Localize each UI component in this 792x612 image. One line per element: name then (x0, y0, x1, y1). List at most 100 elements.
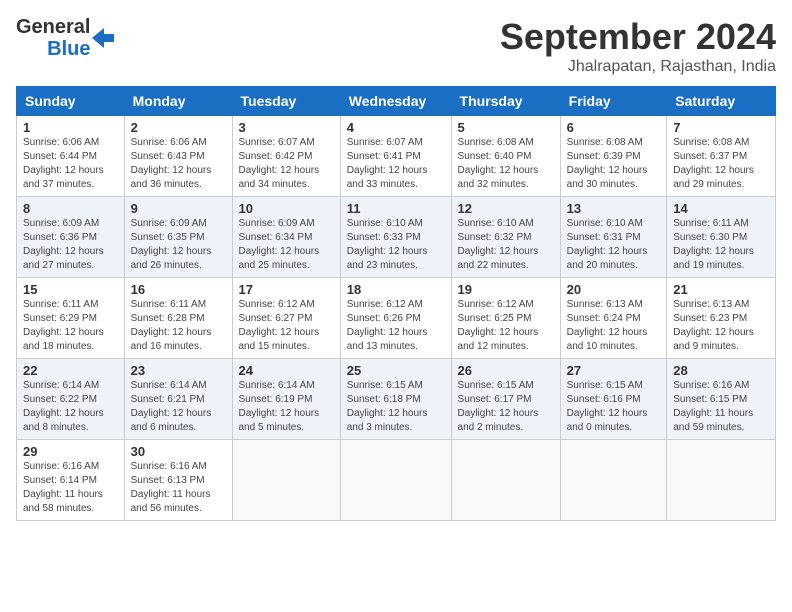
day-number: 2 (131, 120, 226, 135)
location-subtitle: Jhalrapatan, Rajasthan, India (500, 58, 776, 76)
calendar-cell (560, 440, 667, 521)
calendar-week-row: 22Sunrise: 6:14 AM Sunset: 6:22 PM Dayli… (17, 359, 776, 440)
calendar-cell: 5Sunrise: 6:08 AM Sunset: 6:40 PM Daylig… (451, 116, 560, 197)
day-number: 22 (23, 363, 118, 378)
calendar-cell: 22Sunrise: 6:14 AM Sunset: 6:22 PM Dayli… (17, 359, 125, 440)
day-info: Sunrise: 6:10 AM Sunset: 6:33 PM Dayligh… (347, 217, 445, 273)
calendar-cell: 30Sunrise: 6:16 AM Sunset: 6:13 PM Dayli… (124, 440, 232, 521)
day-info: Sunrise: 6:14 AM Sunset: 6:22 PM Dayligh… (23, 379, 118, 435)
day-number: 10 (239, 201, 334, 216)
calendar-cell (451, 440, 560, 521)
day-info: Sunrise: 6:14 AM Sunset: 6:21 PM Dayligh… (131, 379, 226, 435)
title-area: September 2024 Jhalrapatan, Rajasthan, I… (500, 16, 776, 76)
logo-line2: Blue (47, 38, 90, 60)
day-number: 26 (458, 363, 554, 378)
calendar-cell (232, 440, 340, 521)
day-number: 12 (458, 201, 554, 216)
day-number: 18 (347, 282, 445, 297)
calendar-cell: 21Sunrise: 6:13 AM Sunset: 6:23 PM Dayli… (667, 278, 776, 359)
calendar-cell: 20Sunrise: 6:13 AM Sunset: 6:24 PM Dayli… (560, 278, 667, 359)
calendar-cell (667, 440, 776, 521)
day-info: Sunrise: 6:08 AM Sunset: 6:39 PM Dayligh… (567, 136, 661, 192)
day-info: Sunrise: 6:12 AM Sunset: 6:27 PM Dayligh… (239, 298, 334, 354)
day-info: Sunrise: 6:08 AM Sunset: 6:40 PM Dayligh… (458, 136, 554, 192)
calendar-cell (340, 440, 451, 521)
col-header-friday: Friday (560, 87, 667, 116)
day-info: Sunrise: 6:15 AM Sunset: 6:16 PM Dayligh… (567, 379, 661, 435)
calendar-cell: 28Sunrise: 6:16 AM Sunset: 6:15 PM Dayli… (667, 359, 776, 440)
calendar-header-row: SundayMondayTuesdayWednesdayThursdayFrid… (17, 87, 776, 116)
calendar-cell: 6Sunrise: 6:08 AM Sunset: 6:39 PM Daylig… (560, 116, 667, 197)
day-info: Sunrise: 6:07 AM Sunset: 6:41 PM Dayligh… (347, 136, 445, 192)
day-number: 17 (239, 282, 334, 297)
calendar-cell: 1Sunrise: 6:06 AM Sunset: 6:44 PM Daylig… (17, 116, 125, 197)
calendar-cell: 2Sunrise: 6:06 AM Sunset: 6:43 PM Daylig… (124, 116, 232, 197)
calendar-cell: 25Sunrise: 6:15 AM Sunset: 6:18 PM Dayli… (340, 359, 451, 440)
day-info: Sunrise: 6:06 AM Sunset: 6:43 PM Dayligh… (131, 136, 226, 192)
col-header-saturday: Saturday (667, 87, 776, 116)
day-number: 27 (567, 363, 661, 378)
calendar-cell: 9Sunrise: 6:09 AM Sunset: 6:35 PM Daylig… (124, 197, 232, 278)
day-number: 6 (567, 120, 661, 135)
day-number: 25 (347, 363, 445, 378)
day-info: Sunrise: 6:10 AM Sunset: 6:32 PM Dayligh… (458, 217, 554, 273)
day-number: 21 (673, 282, 769, 297)
day-number: 19 (458, 282, 554, 297)
calendar-cell: 4Sunrise: 6:07 AM Sunset: 6:41 PM Daylig… (340, 116, 451, 197)
header: General Blue September 2024 Jhalrapatan,… (16, 16, 776, 76)
day-info: Sunrise: 6:12 AM Sunset: 6:26 PM Dayligh… (347, 298, 445, 354)
day-number: 24 (239, 363, 334, 378)
day-info: Sunrise: 6:11 AM Sunset: 6:29 PM Dayligh… (23, 298, 118, 354)
calendar-cell: 24Sunrise: 6:14 AM Sunset: 6:19 PM Dayli… (232, 359, 340, 440)
logo-arrow-icon (92, 28, 114, 48)
calendar-cell: 12Sunrise: 6:10 AM Sunset: 6:32 PM Dayli… (451, 197, 560, 278)
calendar-week-row: 29Sunrise: 6:16 AM Sunset: 6:14 PM Dayli… (17, 440, 776, 521)
day-info: Sunrise: 6:13 AM Sunset: 6:23 PM Dayligh… (673, 298, 769, 354)
calendar-cell: 16Sunrise: 6:11 AM Sunset: 6:28 PM Dayli… (124, 278, 232, 359)
calendar-cell: 19Sunrise: 6:12 AM Sunset: 6:25 PM Dayli… (451, 278, 560, 359)
col-header-thursday: Thursday (451, 87, 560, 116)
col-header-sunday: Sunday (17, 87, 125, 116)
day-number: 11 (347, 201, 445, 216)
day-info: Sunrise: 6:15 AM Sunset: 6:17 PM Dayligh… (458, 379, 554, 435)
calendar-cell: 8Sunrise: 6:09 AM Sunset: 6:36 PM Daylig… (17, 197, 125, 278)
day-number: 23 (131, 363, 226, 378)
day-info: Sunrise: 6:07 AM Sunset: 6:42 PM Dayligh… (239, 136, 334, 192)
day-info: Sunrise: 6:16 AM Sunset: 6:15 PM Dayligh… (673, 379, 769, 435)
day-number: 29 (23, 444, 118, 459)
day-info: Sunrise: 6:16 AM Sunset: 6:13 PM Dayligh… (131, 460, 226, 516)
day-info: Sunrise: 6:08 AM Sunset: 6:37 PM Dayligh… (673, 136, 769, 192)
day-number: 20 (567, 282, 661, 297)
day-info: Sunrise: 6:09 AM Sunset: 6:35 PM Dayligh… (131, 217, 226, 273)
calendar-week-row: 8Sunrise: 6:09 AM Sunset: 6:36 PM Daylig… (17, 197, 776, 278)
day-info: Sunrise: 6:09 AM Sunset: 6:36 PM Dayligh… (23, 217, 118, 273)
day-number: 7 (673, 120, 769, 135)
day-number: 4 (347, 120, 445, 135)
calendar-cell: 10Sunrise: 6:09 AM Sunset: 6:34 PM Dayli… (232, 197, 340, 278)
day-info: Sunrise: 6:11 AM Sunset: 6:30 PM Dayligh… (673, 217, 769, 273)
day-number: 28 (673, 363, 769, 378)
day-info: Sunrise: 6:15 AM Sunset: 6:18 PM Dayligh… (347, 379, 445, 435)
calendar-cell: 23Sunrise: 6:14 AM Sunset: 6:21 PM Dayli… (124, 359, 232, 440)
day-info: Sunrise: 6:13 AM Sunset: 6:24 PM Dayligh… (567, 298, 661, 354)
col-header-wednesday: Wednesday (340, 87, 451, 116)
calendar-cell: 26Sunrise: 6:15 AM Sunset: 6:17 PM Dayli… (451, 359, 560, 440)
col-header-monday: Monday (124, 87, 232, 116)
calendar-week-row: 15Sunrise: 6:11 AM Sunset: 6:29 PM Dayli… (17, 278, 776, 359)
calendar-cell: 15Sunrise: 6:11 AM Sunset: 6:29 PM Dayli… (17, 278, 125, 359)
day-info: Sunrise: 6:10 AM Sunset: 6:31 PM Dayligh… (567, 217, 661, 273)
calendar-cell: 3Sunrise: 6:07 AM Sunset: 6:42 PM Daylig… (232, 116, 340, 197)
logo-line1: General (16, 16, 90, 38)
calendar-week-row: 1Sunrise: 6:06 AM Sunset: 6:44 PM Daylig… (17, 116, 776, 197)
calendar-cell: 14Sunrise: 6:11 AM Sunset: 6:30 PM Dayli… (667, 197, 776, 278)
month-title: September 2024 (500, 16, 776, 58)
day-number: 5 (458, 120, 554, 135)
calendar-cell: 27Sunrise: 6:15 AM Sunset: 6:16 PM Dayli… (560, 359, 667, 440)
day-number: 3 (239, 120, 334, 135)
calendar-cell: 29Sunrise: 6:16 AM Sunset: 6:14 PM Dayli… (17, 440, 125, 521)
day-number: 13 (567, 201, 661, 216)
logo: General Blue (16, 16, 114, 60)
day-number: 14 (673, 201, 769, 216)
day-info: Sunrise: 6:06 AM Sunset: 6:44 PM Dayligh… (23, 136, 118, 192)
day-number: 9 (131, 201, 226, 216)
